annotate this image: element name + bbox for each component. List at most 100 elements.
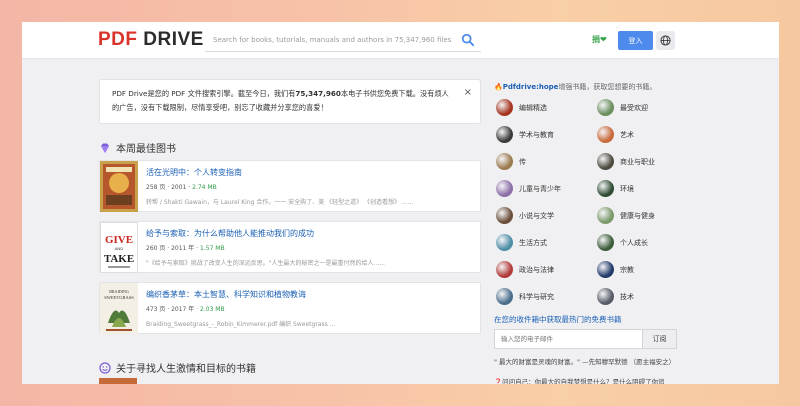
browser-viewport: PDF DRIVE 捐❤ 登入 PDF Drive是您的 PDF 文件搜索引擎。…	[22, 22, 779, 384]
search-bar	[205, 28, 481, 52]
book-pages: 260 页	[146, 245, 166, 252]
svg-text:AND: AND	[115, 246, 124, 251]
category-thumbnail	[597, 153, 614, 170]
category-thumbnail	[597, 288, 614, 305]
category-item[interactable]: 个人成长	[597, 234, 648, 251]
book-cover-image[interactable]	[100, 161, 138, 212]
book-cover-image[interactable]	[99, 378, 137, 384]
book-size: 2.03 MB	[200, 306, 225, 313]
category-label: 健康与健身	[620, 211, 655, 220]
site-header: PDF DRIVE 捐❤ 登入	[22, 22, 779, 59]
book-meta: 473 页 · 2017 年 · 2.03 MB	[146, 306, 225, 313]
category-thumbnail	[597, 261, 614, 278]
welcome-notice: PDF Drive是您的 PDF 文件搜索引擎。截至今日，我们有75,347,9…	[99, 79, 481, 124]
category-label: 宗教	[620, 265, 634, 274]
category-thumbnail	[496, 180, 513, 197]
book-title[interactable]: 编织香茅草：本土智慧、科学知识和植物教诲	[146, 289, 306, 300]
category-item[interactable]: 编辑精选	[496, 99, 547, 116]
category-label: 学术与教育	[519, 130, 554, 139]
category-thumbnail	[597, 207, 614, 224]
category-label: 科学与研究	[519, 292, 554, 301]
smile-icon	[99, 361, 111, 374]
diamond-icon	[101, 143, 109, 153]
book-cover-image[interactable]: BRAIDING SWEETGRASS	[100, 283, 138, 334]
category-thumbnail	[496, 153, 513, 170]
category-item[interactable]: 艺术	[597, 126, 634, 143]
book-size: 2.74 MB	[192, 184, 217, 191]
book-year: 2011 年	[171, 245, 195, 252]
site-logo[interactable]: PDF DRIVE	[98, 29, 204, 51]
category-thumbnail	[496, 99, 513, 116]
svg-text:BRAIDING: BRAIDING	[109, 289, 129, 294]
category-label: 艺术	[620, 130, 634, 139]
notice-text-1: PDF Drive是您的 PDF 文件搜索引擎。截至今日，我们有	[112, 89, 296, 98]
category-item[interactable]: 环境	[597, 180, 634, 197]
category-label: 最受欢迎	[620, 103, 648, 112]
book-title[interactable]: 给予与索取：为什么帮助他人能推动我们的成功	[146, 228, 314, 239]
notice-count: 75,347,960	[295, 89, 341, 98]
book-pages: 258 页	[146, 184, 166, 191]
category-thumbnail	[597, 180, 614, 197]
hope-promo: 🔥Pdfdrive:hope增强书籍，获取您想要的书籍。	[494, 82, 656, 92]
hope-text: 增强书籍，获取您想要的书籍。	[558, 83, 657, 91]
category-item[interactable]: 科学与研究	[496, 288, 554, 305]
newsletter-form: 订阅	[494, 329, 677, 349]
category-label: 技术	[620, 292, 634, 301]
category-item[interactable]: 政治与法律	[496, 261, 554, 278]
subscribe-button[interactable]: 订阅	[642, 329, 677, 349]
login-button[interactable]: 登入	[618, 31, 653, 50]
book-cover-image[interactable]: GIVE AND TAKE	[100, 222, 138, 273]
passion-books-title: 关于寻找人生激情和目标的书籍	[116, 364, 256, 375]
book-card[interactable]: GIVE AND TAKE 给予与索取：为什么帮助他人能推动我们的成功 260 …	[99, 221, 481, 273]
category-thumbnail	[496, 207, 513, 224]
hope-link[interactable]: Pdfdrive:hope	[503, 83, 559, 91]
category-label: 儿童与青少年	[519, 184, 561, 193]
weekly-top-heading: 本周最佳图书	[99, 140, 176, 155]
close-icon[interactable]: ×	[464, 86, 472, 100]
svg-text:TAKE: TAKE	[104, 253, 134, 265]
book-meta: 258 页 · 2001 · 2.74 MB	[146, 184, 217, 191]
svg-text:GIVE: GIVE	[105, 234, 133, 246]
category-item[interactable]: 健康与健身	[597, 207, 655, 224]
email-field[interactable]	[494, 329, 642, 349]
fire-icon: 🔥	[494, 83, 503, 91]
category-item[interactable]: 最受欢迎	[597, 99, 648, 116]
category-item[interactable]: 宗教	[597, 261, 634, 278]
category-label: 环境	[620, 184, 634, 193]
category-label: 小说与文学	[519, 211, 554, 220]
book-size: 1.57 MB	[200, 245, 225, 252]
category-label: 商业与职业	[620, 157, 655, 166]
newsletter-title: 在您的收件箱中获取最热门的免费书籍	[494, 315, 622, 324]
category-thumbnail	[597, 234, 614, 251]
donate-heart-link[interactable]: 捐❤	[592, 34, 607, 45]
book-description: 转帮 / Shakti Gawain，与 Laurel King 合作。一一 安…	[146, 199, 414, 206]
category-item[interactable]: 儿童与青少年	[496, 180, 561, 197]
logo-pdf: PDF	[98, 29, 138, 50]
weekly-top-title: 本周最佳图书	[116, 144, 176, 155]
language-button[interactable]	[656, 31, 675, 50]
book-card[interactable]: 活在光明中：个人转变指南 258 页 · 2001 · 2.74 MB 转帮 /…	[99, 160, 481, 212]
book-card[interactable]: BRAIDING SWEETGRASS 编织香茅草：本土智慧、科学知识和植物教诲…	[99, 282, 481, 334]
category-label: 编辑精选	[519, 103, 547, 112]
category-item[interactable]: 传	[496, 153, 526, 170]
category-thumbnail	[496, 126, 513, 143]
category-item[interactable]: 生活方式	[496, 234, 547, 251]
category-thumbnail	[597, 99, 614, 116]
book-year: 2017 年	[171, 306, 195, 313]
book-description: Braiding_Sweetgrass_-_Robin_Kimmerer.pdf…	[146, 321, 336, 328]
book-description: "《给予与索取》挑战了改变人生的深远反思。"人生最大的秘密之一是最重付然的给人.…	[146, 260, 385, 267]
book-year: 2001	[171, 184, 187, 191]
globe-icon	[660, 35, 671, 46]
book-title[interactable]: 活在光明中：个人转变指南	[146, 167, 242, 178]
search-input[interactable]	[205, 35, 455, 44]
category-label: 传	[519, 157, 526, 166]
passion-books-heading: 关于寻找人生激情和目标的书籍	[99, 360, 256, 375]
category-item[interactable]: 技术	[597, 288, 634, 305]
book-meta: 260 页 · 2011 年 · 1.57 MB	[146, 245, 225, 252]
search-icon[interactable]	[461, 33, 475, 47]
category-item[interactable]: 商业与职业	[597, 153, 655, 170]
category-label: 政治与法律	[519, 265, 554, 274]
category-item[interactable]: 小说与文学	[496, 207, 554, 224]
category-item[interactable]: 学术与教育	[496, 126, 554, 143]
logo-drive: DRIVE	[143, 29, 204, 50]
